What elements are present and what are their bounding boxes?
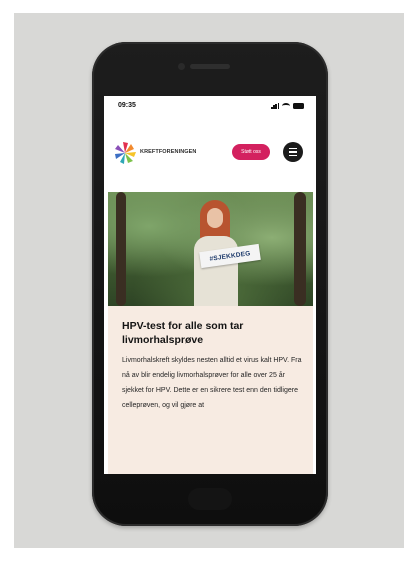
support-us-button[interactable]: Støtt oss [232,144,270,160]
site-header: KREFTFORENINGEN Støtt oss [104,136,316,170]
hero-image: #SJEKKDEG [108,192,313,306]
earpiece-speaker [190,64,230,69]
person-body [194,236,238,306]
article-card[interactable]: HPV-test for alle som tar livmorhalsprøv… [108,306,313,474]
home-bar [188,488,232,510]
brand-name[interactable]: KREFTFORENINGEN [140,149,197,155]
status-icons [271,102,304,109]
wifi-icon [282,102,290,109]
hamburger-icon [289,148,297,150]
article-title[interactable]: HPV-test for alle som tar livmorhalsprøv… [122,320,302,347]
article-body: Livmorhalskreft skyldes nesten alltid et… [122,357,302,409]
status-bar: 09:35 [104,96,316,114]
sign-text: #SJEKKDEG [209,249,251,263]
tree-trunk [294,192,306,306]
front-camera [178,63,185,70]
smartphone-frame: 09:35 KREFTFORENINGEN Støtt oss #SJEKKDE… [92,42,328,526]
tree-trunk [116,192,126,306]
status-time: 09:35 [118,102,136,109]
signal-icon [271,102,280,109]
menu-button[interactable] [283,142,303,162]
person-face [207,208,223,228]
flower-logo-icon[interactable] [112,140,138,166]
battery-icon [293,102,304,109]
phone-screen: 09:35 KREFTFORENINGEN Støtt oss #SJEKKDE… [104,96,316,474]
